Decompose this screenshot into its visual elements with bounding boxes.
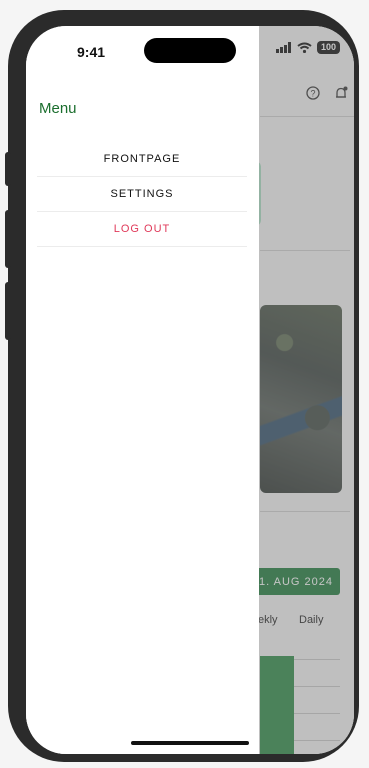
menu-item-settings[interactable]: SETTINGS xyxy=(37,177,247,212)
home-indicator[interactable] xyxy=(131,741,249,745)
dynamic-island xyxy=(144,38,236,63)
menu-item-frontpage[interactable]: FRONTPAGE xyxy=(37,142,247,177)
menu-item-logout[interactable]: LOG OUT xyxy=(37,212,247,247)
mute-switch xyxy=(5,152,11,186)
menu-title: Menu xyxy=(39,100,77,117)
screen: 100 ? 1. AUG 2024 ekly Daily 9:41 Menu F… xyxy=(26,26,354,754)
volume-up-button xyxy=(5,210,11,268)
navigation-drawer: 9:41 Menu FRONTPAGE SETTINGS LOG OUT xyxy=(26,26,259,754)
status-time: 9:41 xyxy=(77,44,106,60)
volume-down-button xyxy=(5,282,11,340)
